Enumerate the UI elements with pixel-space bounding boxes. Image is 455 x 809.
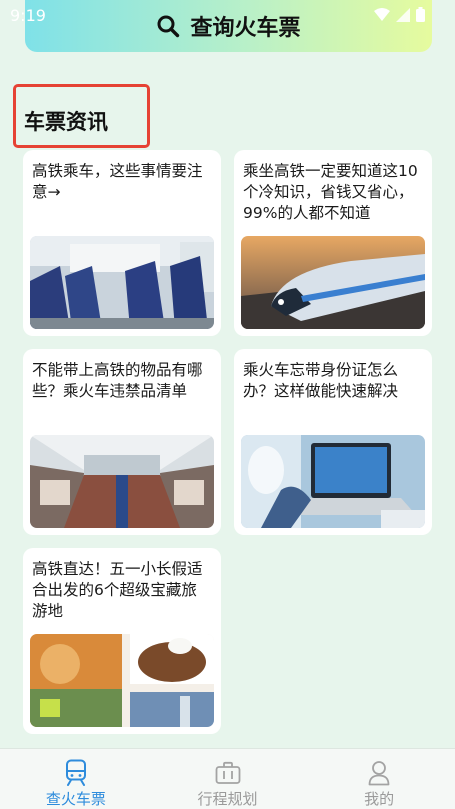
nav-label: 我的 xyxy=(364,790,395,808)
status-icons xyxy=(374,7,425,22)
battery-icon xyxy=(416,7,425,22)
train-interior-photo xyxy=(30,435,214,528)
wifi-icon xyxy=(374,7,390,21)
status-bar: 9:19 xyxy=(0,0,455,30)
bottom-nav: 查火车票 行程规划 我的 xyxy=(0,748,455,809)
nav-label: 查火车票 xyxy=(45,790,106,808)
article-title: 乘火车忘带身份证怎么办？这样做能快速解决 xyxy=(243,361,399,400)
nav-item-profile[interactable]: 我的 xyxy=(303,749,455,809)
section-title: 车票资讯 xyxy=(24,110,108,134)
nav-item-train-tickets[interactable]: 查火车票 xyxy=(0,749,152,809)
status-time: 9:19 xyxy=(10,6,46,25)
train-seats-photo xyxy=(30,236,214,329)
nav-label: 行程规划 xyxy=(197,790,258,808)
laptop-traveler-photo xyxy=(241,435,425,528)
bullet-train-photo xyxy=(241,236,425,329)
article-card[interactable]: 高铁乘车，这些事情要注意→ xyxy=(23,150,221,336)
user-icon xyxy=(366,759,392,786)
train-icon xyxy=(63,759,89,786)
nav-item-trip-planning[interactable]: 行程规划 xyxy=(152,749,304,809)
signal-icon xyxy=(396,7,410,22)
article-card[interactable]: 乘坐高铁一定要知道这10个冷知识，省钱又省心，99%的人都不知道 xyxy=(234,150,432,336)
article-title: 高铁乘车，这些事情要注意→ xyxy=(32,162,203,201)
article-card[interactable]: 不能带上高铁的物品有哪些？乘火车违禁品清单 xyxy=(23,349,221,535)
article-title: 高铁直达！五一小长假适合出发的6个超级宝藏旅游地 xyxy=(32,560,203,620)
travel-collage-photo xyxy=(30,634,214,727)
article-title: 乘坐高铁一定要知道这10个冷知识，省钱又省心，99%的人都不知道 xyxy=(243,162,418,222)
article-card[interactable]: 高铁直达！五一小长假适合出发的6个超级宝藏旅游地 xyxy=(23,548,221,734)
article-title: 不能带上高铁的物品有哪些？乘火车违禁品清单 xyxy=(32,361,203,400)
article-card[interactable]: 乘火车忘带身份证怎么办？这样做能快速解决 xyxy=(234,349,432,535)
briefcase-icon xyxy=(215,759,241,786)
